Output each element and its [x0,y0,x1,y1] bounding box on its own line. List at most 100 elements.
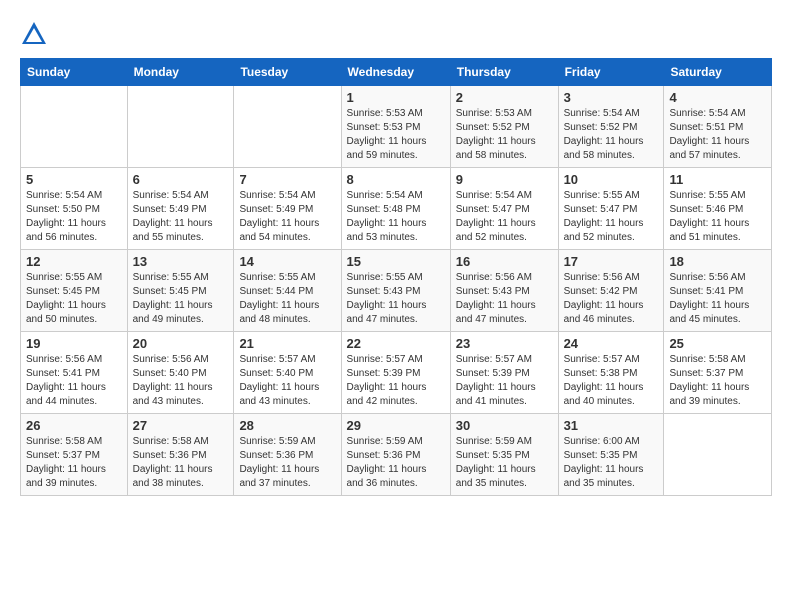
day-info: Sunrise: 5:57 AM Sunset: 5:39 PM Dayligh… [347,353,445,409]
day-info: Sunrise: 5:56 AM Sunset: 5:40 PM Dayligh… [133,353,229,409]
calendar-cell: 21 Sunrise: 5:57 AM Sunset: 5:40 PM Dayli… [234,332,341,414]
calendar-cell: 4 Sunrise: 5:54 AM Sunset: 5:51 PM Daylig… [664,86,772,168]
calendar-cell: 19Sunrise: 5:56 AM Sunset: 5:41 PM Dayli… [21,332,128,414]
day-number: 19 [26,336,122,351]
calendar-cell: 17Sunrise: 5:56 AM Sunset: 5:42 PM Dayli… [558,250,664,332]
day-info: Sunrise: 5:59 AM Sunset: 5:36 PM Dayligh… [239,435,335,491]
day-number: 24 [564,336,659,351]
day-info: Sunrise: 5:55 AM Sunset: 5:43 PM Dayligh… [347,271,445,327]
day-info: Sunrise: 5:55 AM Sunset: 5:46 PM Dayligh… [669,189,766,245]
day-info: Sunrise: 5:54 AM Sunset: 5:50 PM Dayligh… [26,189,122,245]
calendar-cell: 16 Sunrise: 5:56 AM Sunset: 5:43 PM Dayli… [450,250,558,332]
day-number: 14 [239,254,335,269]
day-number: 21 [239,336,335,351]
week-row-3: 12 Sunrise: 5:55 AM Sunset: 5:45 PM Dayli… [21,250,772,332]
calendar-cell: 27Sunrise: 5:58 AM Sunset: 5:36 PM Dayli… [127,414,234,496]
calendar-cell: 7 Sunrise: 5:54 AM Sunset: 5:49 PM Daylig… [234,168,341,250]
day-number: 16 [456,254,553,269]
calendar-cell: 8 Sunrise: 5:54 AM Sunset: 5:48 PM Daylig… [341,168,450,250]
calendar-cell: 2Sunrise: 5:53 AM Sunset: 5:52 PM Daylig… [450,86,558,168]
calendar-cell: 26 Sunrise: 5:58 AM Sunset: 5:37 PM Dayli… [21,414,128,496]
calendar-cell: 22 Sunrise: 5:57 AM Sunset: 5:39 PM Dayli… [341,332,450,414]
calendar-cell: 15 Sunrise: 5:55 AM Sunset: 5:43 PM Dayli… [341,250,450,332]
calendar-cell: 23 Sunrise: 5:57 AM Sunset: 5:39 PM Dayli… [450,332,558,414]
day-header-monday: Monday [127,59,234,86]
day-number: 31 [564,418,659,433]
day-info: Sunrise: 6:00 AM Sunset: 5:35 PM Dayligh… [564,435,659,491]
day-number: 23 [456,336,553,351]
day-info: Sunrise: 5:59 AM Sunset: 5:36 PM Dayligh… [347,435,445,491]
week-row-5: 26 Sunrise: 5:58 AM Sunset: 5:37 PM Dayli… [21,414,772,496]
calendar-cell: 18 Sunrise: 5:56 AM Sunset: 5:41 PM Dayli… [664,250,772,332]
day-info: Sunrise: 5:54 AM Sunset: 5:52 PM Dayligh… [564,107,659,163]
day-info: Sunrise: 5:58 AM Sunset: 5:37 PM Dayligh… [669,353,766,409]
day-number: 29 [347,418,445,433]
calendar-cell: 29 Sunrise: 5:59 AM Sunset: 5:36 PM Dayli… [341,414,450,496]
calendar-cell: 9Sunrise: 5:54 AM Sunset: 5:47 PM Daylig… [450,168,558,250]
calendar-cell [21,86,128,168]
calendar-cell: 11 Sunrise: 5:55 AM Sunset: 5:46 PM Dayli… [664,168,772,250]
day-header-saturday: Saturday [664,59,772,86]
day-info: Sunrise: 5:56 AM Sunset: 5:41 PM Dayligh… [669,271,766,327]
day-number: 25 [669,336,766,351]
day-number: 4 [669,90,766,105]
day-info: Sunrise: 5:54 AM Sunset: 5:47 PM Dayligh… [456,189,553,245]
day-number: 17 [564,254,659,269]
day-info: Sunrise: 5:54 AM Sunset: 5:49 PM Dayligh… [239,189,335,245]
calendar-cell: 24 Sunrise: 5:57 AM Sunset: 5:38 PM Dayli… [558,332,664,414]
calendar-cell [664,414,772,496]
day-info: Sunrise: 5:55 AM Sunset: 5:45 PM Dayligh… [133,271,229,327]
day-info: Sunrise: 5:57 AM Sunset: 5:38 PM Dayligh… [564,353,659,409]
day-number: 7 [239,172,335,187]
calendar-cell: 30 Sunrise: 5:59 AM Sunset: 5:35 PM Dayli… [450,414,558,496]
logo [20,20,52,48]
day-info: Sunrise: 5:58 AM Sunset: 5:37 PM Dayligh… [26,435,122,491]
day-number: 15 [347,254,445,269]
day-info: Sunrise: 5:57 AM Sunset: 5:39 PM Dayligh… [456,353,553,409]
week-row-4: 19Sunrise: 5:56 AM Sunset: 5:41 PM Dayli… [21,332,772,414]
day-number: 6 [133,172,229,187]
page-header [20,20,772,48]
day-number: 18 [669,254,766,269]
day-number: 22 [347,336,445,351]
day-header-friday: Friday [558,59,664,86]
calendar-cell: 25 Sunrise: 5:58 AM Sunset: 5:37 PM Dayli… [664,332,772,414]
day-info: Sunrise: 5:56 AM Sunset: 5:43 PM Dayligh… [456,271,553,327]
calendar-cell: 28 Sunrise: 5:59 AM Sunset: 5:36 PM Dayli… [234,414,341,496]
calendar-cell: 10 Sunrise: 5:55 AM Sunset: 5:47 PM Dayli… [558,168,664,250]
day-info: Sunrise: 5:58 AM Sunset: 5:36 PM Dayligh… [133,435,229,491]
day-info: Sunrise: 5:55 AM Sunset: 5:44 PM Dayligh… [239,271,335,327]
day-header-sunday: Sunday [21,59,128,86]
day-info: Sunrise: 5:55 AM Sunset: 5:45 PM Dayligh… [26,271,122,327]
calendar-cell: 6 Sunrise: 5:54 AM Sunset: 5:49 PM Daylig… [127,168,234,250]
day-info: Sunrise: 5:59 AM Sunset: 5:35 PM Dayligh… [456,435,553,491]
day-number: 28 [239,418,335,433]
calendar-cell [234,86,341,168]
day-info: Sunrise: 5:55 AM Sunset: 5:47 PM Dayligh… [564,189,659,245]
calendar-cell [127,86,234,168]
calendar-cell: 13Sunrise: 5:55 AM Sunset: 5:45 PM Dayli… [127,250,234,332]
day-number: 11 [669,172,766,187]
day-number: 10 [564,172,659,187]
day-number: 5 [26,172,122,187]
calendar-cell: 1Sunrise: 5:53 AM Sunset: 5:53 PM Daylig… [341,86,450,168]
day-info: Sunrise: 5:57 AM Sunset: 5:40 PM Dayligh… [239,353,335,409]
day-number: 3 [564,90,659,105]
day-info: Sunrise: 5:54 AM Sunset: 5:51 PM Dayligh… [669,107,766,163]
calendar-cell: 5 Sunrise: 5:54 AM Sunset: 5:50 PM Daylig… [21,168,128,250]
calendar-cell: 12 Sunrise: 5:55 AM Sunset: 5:45 PM Dayli… [21,250,128,332]
day-header-tuesday: Tuesday [234,59,341,86]
day-number: 8 [347,172,445,187]
day-number: 12 [26,254,122,269]
day-number: 1 [347,90,445,105]
day-info: Sunrise: 5:54 AM Sunset: 5:48 PM Dayligh… [347,189,445,245]
calendar-cell: 20Sunrise: 5:56 AM Sunset: 5:40 PM Dayli… [127,332,234,414]
day-header-thursday: Thursday [450,59,558,86]
day-info: Sunrise: 5:54 AM Sunset: 5:49 PM Dayligh… [133,189,229,245]
calendar-cell: 3 Sunrise: 5:54 AM Sunset: 5:52 PM Daylig… [558,86,664,168]
day-info: Sunrise: 5:53 AM Sunset: 5:52 PM Dayligh… [456,107,553,163]
day-number: 30 [456,418,553,433]
calendar-table: SundayMondayTuesdayWednesdayThursdayFrid… [20,58,772,496]
calendar-cell: 31 Sunrise: 6:00 AM Sunset: 5:35 PM Dayli… [558,414,664,496]
day-number: 26 [26,418,122,433]
